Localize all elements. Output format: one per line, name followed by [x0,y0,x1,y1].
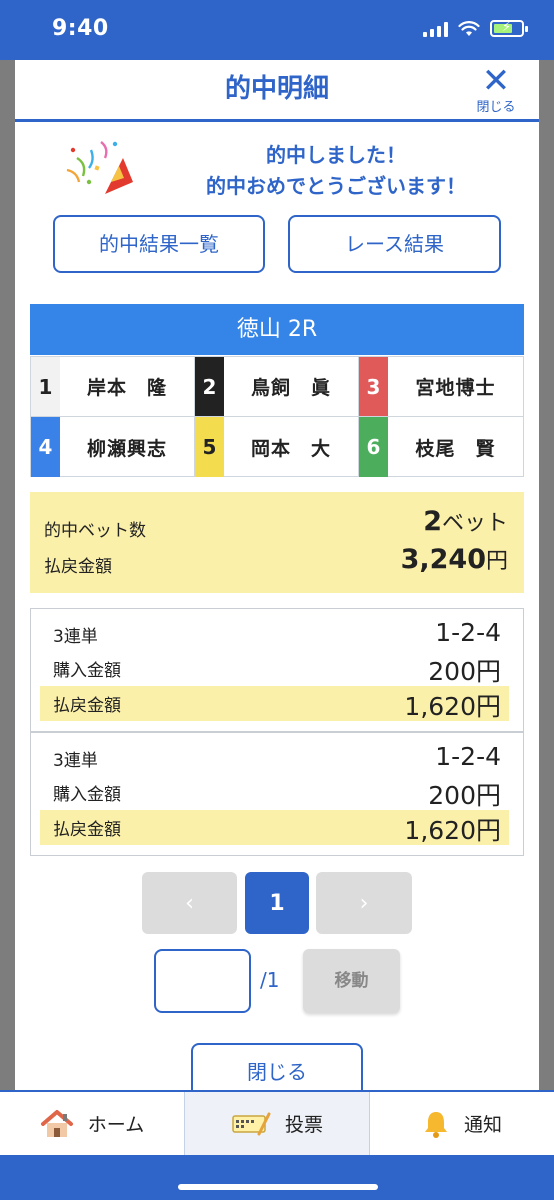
congrats-banner: 的中しました！ 的中おめでとうございます！ [15,136,539,202]
signal-icon [423,21,448,37]
payout-total-value: 3,240円 [400,544,508,575]
racer-4: 4 柳瀬興志 [31,417,195,477]
modal-header: 的中明細 ✕ 閉じる [15,60,539,122]
close-icon: ✕ [481,61,511,101]
home-indicator[interactable] [178,1184,378,1190]
payout-row: 払戻金額 1,620円 [40,686,509,721]
racer-number: 5 [195,417,224,477]
page-total: /1 [260,968,280,992]
payout-amount: 1,620円 [404,692,501,721]
bet-count-value: 2ベット [423,506,508,537]
purchase-row: 購入金額 200円 [31,651,523,686]
payout-row: 払戻金額 1,620円 [40,810,509,845]
tab-notifications-label: 通知 [463,1114,502,1136]
racer-name: 枝尾 賢 [415,437,496,460]
racer-number: 2 [195,357,224,416]
racer-number: 6 [359,417,388,477]
status-bar: 9:40 ⚡ [0,0,554,60]
bet-type: 3連単 [53,751,98,771]
purchase-amount: 200円 [428,781,501,810]
racer-6: 6 枝尾 賢 [359,417,523,477]
hit-detail-modal: 的中明細 ✕ 閉じる 的中しました！ 的中おめでとうございます！ 的中結果一覧 … [15,60,539,1090]
payout-label: 払戻金額 [53,820,121,840]
bet-type-row: 3連単 1-2-4 [31,741,523,776]
bottom-tab-bar: ホーム 投票 通知 [0,1090,554,1155]
bet-type-row: 3連単 1-2-4 [31,617,523,652]
bet-type: 3連単 [53,627,98,647]
close-button[interactable]: ✕ 閉じる [471,64,521,115]
congrats-message: 的中しました！ 的中おめでとうございます！ [133,140,539,202]
racer-number: 3 [359,357,388,416]
congrats-line-2: 的中おめでとうございます！ [206,174,466,198]
purchase-row: 購入金額 200円 [31,775,523,810]
bell-icon [424,1111,447,1138]
race-results-button[interactable]: レース結果 [288,215,501,273]
home-bar-area [0,1155,554,1200]
racer-grid: 1 岸本 隆 2 鳥飼 眞 3 宮地博士 4 柳瀬興志 5 岡本 大 6 枝尾 … [30,356,524,477]
racer-number: 4 [31,417,60,477]
bet-card: 3連単 1-2-4 購入金額 200円 払戻金額 1,620円 [30,608,524,732]
hit-results-list-button[interactable]: 的中結果一覧 [53,215,265,273]
close-label: 閉じる [476,100,516,115]
congrats-line-1: 的中しました！ [266,143,406,167]
racer-number: 1 [31,357,60,416]
status-time: 9:40 [52,16,109,41]
racer-name: 岡本 大 [250,437,331,460]
wifi-icon [458,20,480,36]
tab-notifications[interactable]: 通知 [370,1092,554,1155]
racer-name: 宮地博士 [415,377,496,399]
battery-icon: ⚡ [490,20,528,37]
racer-5: 5 岡本 大 [195,417,359,477]
tab-home[interactable]: ホーム [0,1092,184,1155]
move-button[interactable]: 移動 [303,949,400,1013]
bet-combination: 1-2-4 [435,742,501,771]
racer-name: 岸本 隆 [86,377,167,399]
hit-summary: 的中ベット数 2ベット 払戻金額 3,240円 [30,492,524,593]
race-title: 徳山 2R [30,304,524,355]
tab-home-label: ホーム [87,1114,145,1136]
close-bottom-button[interactable]: 閉じる [191,1043,363,1090]
payout-amount: 1,620円 [404,816,501,845]
bet-combination: 1-2-4 [435,618,501,647]
racer-2: 2 鳥飼 眞 [195,357,359,417]
bet-count-label: 的中ベット数 [44,521,146,541]
racer-3: 3 宮地博士 [359,357,523,417]
page-1-button[interactable]: 1 [245,872,309,934]
racer-1: 1 岸本 隆 [31,357,195,417]
purchase-amount: 200円 [428,657,501,686]
modal-title: 的中明細 [224,74,329,104]
prev-page-button[interactable]: ‹ [142,872,237,934]
tab-vote-label: 投票 [284,1114,323,1136]
racer-name: 柳瀬興志 [86,437,167,460]
status-icons: ⚡ [423,20,528,37]
house-icon [40,1109,73,1137]
page-number-input[interactable] [154,949,251,1013]
payout-total-label: 払戻金額 [44,557,112,577]
racer-name: 鳥飼 眞 [250,377,331,399]
payout-label: 払戻金額 [53,696,121,716]
tab-vote[interactable]: 投票 [184,1092,370,1155]
ticket-icon [232,1112,271,1135]
party-popper-icon [66,141,133,194]
bet-card: 3連単 1-2-4 購入金額 200円 払戻金額 1,620円 [30,732,524,856]
purchase-label: 購入金額 [53,785,121,805]
next-page-button[interactable]: › [316,872,412,934]
purchase-label: 購入金額 [53,661,121,681]
